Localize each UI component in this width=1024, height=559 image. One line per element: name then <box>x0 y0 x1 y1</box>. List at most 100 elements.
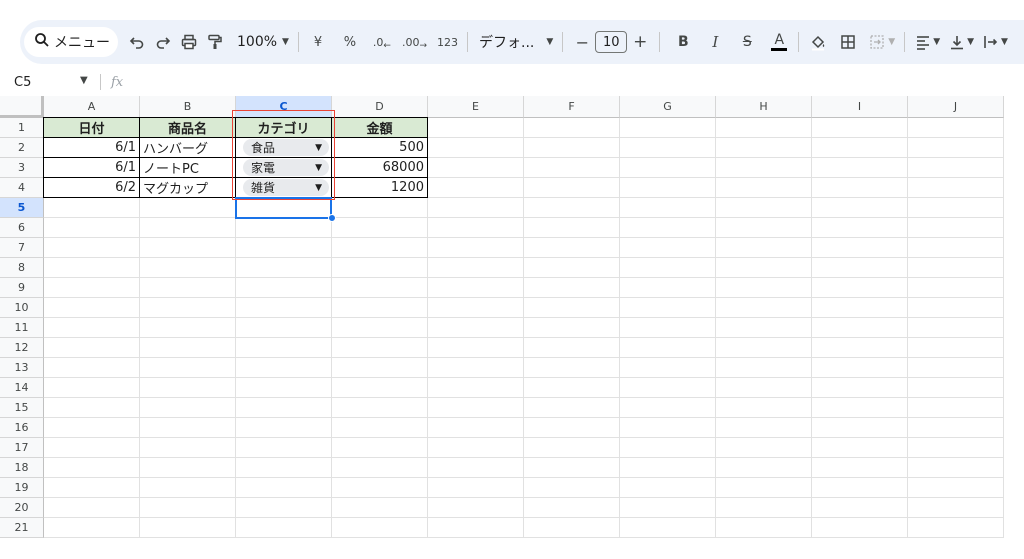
table-header-cell[interactable]: カテゴリ <box>235 117 332 138</box>
cell[interactable] <box>428 378 524 398</box>
font-size-input[interactable]: 10 <box>595 31 628 53</box>
cell[interactable] <box>332 518 428 538</box>
row-header-5[interactable]: 5 <box>0 198 44 218</box>
cell[interactable] <box>236 398 332 418</box>
cell[interactable] <box>44 278 140 298</box>
amount-cell[interactable]: 1200 <box>331 177 428 198</box>
cell[interactable] <box>620 178 716 198</box>
fill-handle[interactable] <box>328 214 336 222</box>
cell[interactable] <box>140 218 236 238</box>
cell[interactable] <box>620 478 716 498</box>
cell[interactable] <box>908 298 1004 318</box>
category-dropdown-chip[interactable]: 家電 ▼ <box>243 159 329 176</box>
cell[interactable] <box>236 378 332 398</box>
row-header-8[interactable]: 8 <box>0 258 44 278</box>
cell[interactable] <box>908 518 1004 538</box>
strikethrough-button[interactable]: S <box>734 27 760 57</box>
cell[interactable] <box>908 258 1004 278</box>
cell[interactable] <box>140 438 236 458</box>
cell[interactable] <box>140 198 236 218</box>
cell[interactable] <box>908 418 1004 438</box>
cell[interactable] <box>620 518 716 538</box>
row-header-19[interactable]: 19 <box>0 478 44 498</box>
cell[interactable] <box>908 358 1004 378</box>
fill-color-button[interactable] <box>805 27 831 57</box>
cell[interactable] <box>428 198 524 218</box>
cell[interactable] <box>236 198 332 218</box>
row-header-15[interactable]: 15 <box>0 398 44 418</box>
cell[interactable] <box>812 218 908 238</box>
column-header-i[interactable]: I <box>812 96 908 118</box>
text-color-button[interactable]: A <box>766 27 792 57</box>
amount-cell[interactable]: 68000 <box>331 157 428 178</box>
cell[interactable] <box>716 198 812 218</box>
cell[interactable] <box>812 378 908 398</box>
cell[interactable] <box>620 198 716 218</box>
cell[interactable] <box>620 498 716 518</box>
cell[interactable] <box>812 178 908 198</box>
cell[interactable] <box>140 498 236 518</box>
cell[interactable] <box>332 218 428 238</box>
cell[interactable] <box>620 118 716 138</box>
cell[interactable] <box>716 478 812 498</box>
font-size-decrease-button[interactable]: − <box>569 27 595 57</box>
undo-button[interactable] <box>124 27 150 57</box>
cell[interactable] <box>716 398 812 418</box>
currency-button[interactable]: ¥ <box>305 27 331 57</box>
cell[interactable] <box>44 358 140 378</box>
cell[interactable] <box>716 118 812 138</box>
cell[interactable] <box>236 318 332 338</box>
category-cell[interactable]: 雑貨 ▼ <box>235 177 332 198</box>
row-header-13[interactable]: 13 <box>0 358 44 378</box>
cell[interactable] <box>620 358 716 378</box>
cell[interactable] <box>332 238 428 258</box>
cell[interactable] <box>236 438 332 458</box>
cell[interactable] <box>332 318 428 338</box>
column-header-e[interactable]: E <box>428 96 524 118</box>
cell[interactable] <box>332 258 428 278</box>
column-header-a[interactable]: A <box>44 96 140 118</box>
cell[interactable] <box>332 478 428 498</box>
cell[interactable] <box>332 498 428 518</box>
cell[interactable] <box>716 498 812 518</box>
cell[interactable] <box>524 438 620 458</box>
cell[interactable] <box>332 458 428 478</box>
cell[interactable] <box>716 358 812 378</box>
column-header-j[interactable]: J <box>908 96 1004 118</box>
cell[interactable] <box>716 138 812 158</box>
cell[interactable] <box>908 278 1004 298</box>
cell[interactable] <box>332 418 428 438</box>
row-header-6[interactable]: 6 <box>0 218 44 238</box>
row-header-21[interactable]: 21 <box>0 518 44 538</box>
cell[interactable] <box>44 518 140 538</box>
cell[interactable] <box>332 438 428 458</box>
cell[interactable] <box>620 318 716 338</box>
cell[interactable] <box>620 398 716 418</box>
cell[interactable] <box>716 158 812 178</box>
cell[interactable] <box>716 458 812 478</box>
cell[interactable] <box>236 338 332 358</box>
row-header-20[interactable]: 20 <box>0 498 44 518</box>
cell[interactable] <box>620 298 716 318</box>
cell[interactable] <box>428 338 524 358</box>
category-cell[interactable]: 家電 ▼ <box>235 157 332 178</box>
cell[interactable] <box>812 518 908 538</box>
cell[interactable] <box>236 298 332 318</box>
cell[interactable] <box>332 358 428 378</box>
cell[interactable] <box>812 278 908 298</box>
cell[interactable] <box>44 258 140 278</box>
cell[interactable] <box>812 498 908 518</box>
cell[interactable] <box>812 238 908 258</box>
cell[interactable] <box>44 398 140 418</box>
cell[interactable] <box>524 198 620 218</box>
menu-search[interactable]: メニュー <box>24 27 118 57</box>
cell[interactable] <box>812 258 908 278</box>
paint-format-button[interactable] <box>202 27 228 57</box>
cell[interactable] <box>524 298 620 318</box>
cell[interactable] <box>524 358 620 378</box>
cell[interactable] <box>524 258 620 278</box>
cell[interactable] <box>140 298 236 318</box>
chevron-down-icon[interactable]: ▼ <box>80 75 88 86</box>
cell[interactable] <box>524 138 620 158</box>
cell[interactable] <box>908 458 1004 478</box>
